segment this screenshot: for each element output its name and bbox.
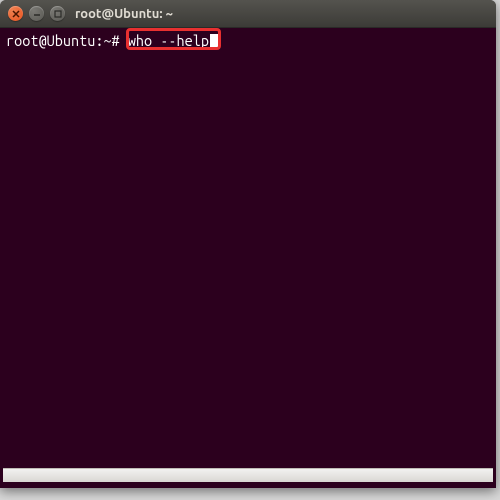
- titlebar[interactable]: root@Ubuntu: ~: [0, 0, 496, 28]
- close-icon[interactable]: [8, 6, 23, 21]
- bottom-panel: [3, 468, 493, 482]
- command-text: who --help: [128, 32, 209, 49]
- prompt-line: root@Ubuntu:~# who --help: [6, 32, 490, 50]
- minimize-icon[interactable]: [29, 6, 44, 21]
- terminal-window: root@Ubuntu: ~ root@Ubuntu:~# who --help: [0, 0, 496, 488]
- terminal-body[interactable]: root@Ubuntu:~# who --help: [0, 28, 496, 488]
- maximize-icon[interactable]: [50, 6, 65, 21]
- window-controls: [8, 6, 65, 21]
- window-title: root@Ubuntu: ~: [75, 7, 173, 21]
- prompt-text: root@Ubuntu:~#: [6, 32, 120, 49]
- cursor: [210, 34, 218, 49]
